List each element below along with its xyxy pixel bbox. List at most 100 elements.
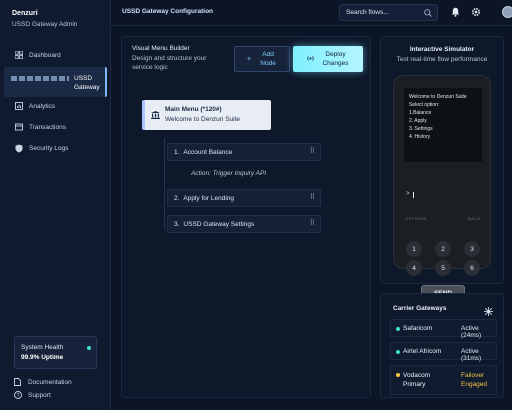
node-label: USSD Gateway Settings bbox=[183, 220, 255, 228]
node-label: Account Balance bbox=[183, 148, 233, 156]
screen-line: Welcome to Denzuri Suite bbox=[409, 94, 467, 100]
keypad-key[interactable]: 3 bbox=[464, 241, 480, 257]
gateway-row-airtel[interactable]: Airtel Africom Active (31ms) bbox=[390, 342, 497, 362]
screen-line: Select option: bbox=[409, 102, 440, 108]
sidebar-item-label: Dashboard bbox=[29, 51, 61, 59]
support-link[interactable]: ? Support bbox=[14, 391, 51, 399]
transactions-icon bbox=[14, 123, 23, 132]
gateway-status: Active (24ms) bbox=[461, 325, 482, 339]
system-health-card: System Health 99.9% Uptime bbox=[14, 336, 97, 369]
sidebar-item-label: Security Logs bbox=[29, 144, 69, 152]
sidebar-item-ussd-gateway[interactable]: USSD Gateway bbox=[4, 67, 107, 97]
gateway-name: Vodacom Primary bbox=[403, 372, 431, 388]
phone-input[interactable]: > bbox=[404, 191, 482, 201]
softkey-back[interactable]: BACK bbox=[468, 216, 481, 221]
node-action: Action: Trigger Inquiry API bbox=[191, 169, 267, 177]
gateway-row-safaricom[interactable]: Safaricom Active (24ms) bbox=[390, 319, 497, 339]
keypad-key[interactable]: 4 bbox=[406, 260, 422, 276]
phone-screen: Welcome to Denzuri Suite Select option: … bbox=[404, 88, 482, 162]
chart-icon bbox=[14, 102, 23, 111]
search-input[interactable]: Search flows... bbox=[339, 4, 438, 21]
keypad-key[interactable]: 1 bbox=[406, 241, 422, 257]
carrier-gateways-panel: Carrier Gateways Safaricom Active (24ms)… bbox=[380, 293, 504, 398]
status-dot bbox=[396, 373, 400, 377]
status-dot bbox=[396, 350, 400, 354]
status-dot bbox=[396, 327, 400, 331]
bars-icon bbox=[11, 76, 69, 81]
brand: Denzuri USSD Gateway Admin bbox=[12, 10, 77, 28]
deploy-label: Deploy Changes bbox=[322, 51, 349, 67]
tree-connector bbox=[164, 138, 165, 230]
health-value: 99.9% Uptime bbox=[21, 354, 64, 361]
screen-line: 3. Settings bbox=[409, 126, 433, 132]
gateway-name: Airtel Africom bbox=[403, 348, 442, 355]
root-node-subtitle: Welcome to Denzuri Suite bbox=[165, 116, 241, 123]
builder-subtitle: Design and structure your service logic bbox=[132, 55, 207, 71]
page-title: USSD Gateway Configuration bbox=[122, 8, 214, 15]
bell-icon[interactable] bbox=[450, 7, 460, 17]
sidebar-item-transactions[interactable]: Transactions bbox=[4, 119, 107, 135]
screen-line: 2. Apply bbox=[409, 118, 427, 124]
node-label: Apply for Lending bbox=[183, 194, 235, 202]
health-status-dot bbox=[87, 346, 91, 350]
brand-subtitle: USSD Gateway Admin bbox=[12, 21, 78, 28]
gear-icon[interactable] bbox=[471, 7, 481, 17]
node-number: 1. bbox=[174, 148, 180, 156]
sidebar-item-label: Transactions bbox=[29, 123, 66, 131]
text-cursor bbox=[413, 192, 414, 198]
simulator-subtitle: Test real-time flow performance bbox=[396, 56, 488, 63]
deploy-changes-button[interactable]: Deploy Changes bbox=[293, 46, 363, 72]
documentation-link[interactable]: Documentation bbox=[14, 378, 72, 386]
plus-icon: + bbox=[246, 55, 252, 63]
svg-text:?: ? bbox=[17, 393, 20, 399]
root-node-title: Main Menu (*120#) bbox=[165, 106, 222, 113]
avatar[interactable] bbox=[502, 6, 512, 18]
search-icon[interactable] bbox=[424, 9, 432, 19]
node-number: 3. bbox=[174, 220, 180, 228]
drag-handle-icon[interactable]: ⠿ bbox=[310, 147, 315, 155]
add-node-label: Add Node bbox=[260, 51, 276, 67]
menu-node-account-balance[interactable]: 1. Account Balance ⠿ bbox=[167, 143, 321, 161]
topbar: USSD Gateway Configuration Search flows.… bbox=[111, 0, 512, 26]
health-title: System Health bbox=[21, 344, 64, 351]
brand-name: Denzuri bbox=[12, 10, 38, 17]
menu-node-apply-for-lending[interactable]: 2. Apply for Lending ⠿ bbox=[167, 189, 321, 207]
screen-line: 4. History bbox=[409, 134, 431, 140]
sidebar-item-label: Analytics bbox=[29, 102, 56, 110]
grid-icon bbox=[14, 51, 23, 60]
help-icon: ? bbox=[14, 391, 22, 399]
node-number: 2. bbox=[174, 194, 180, 202]
simulator-panel: Interactive Simulator Test real-time flo… bbox=[380, 36, 504, 301]
bank-icon bbox=[151, 111, 160, 121]
menu-node-ussd-gateway-settings[interactable]: 3. USSD Gateway Settings ⠿ bbox=[167, 215, 321, 233]
broadcast-icon bbox=[306, 55, 314, 64]
builder-title: Visual Menu Builder bbox=[132, 45, 190, 52]
gateway-status: Active (31ms) bbox=[461, 348, 482, 362]
input-prompt: > bbox=[406, 191, 410, 197]
sidebar: Denzuri USSD Gateway Admin Dashboard USS… bbox=[0, 0, 111, 410]
screen-line: 1.Balance bbox=[409, 110, 432, 116]
support-label: Support bbox=[28, 391, 51, 399]
gateway-status: Failover Engaged bbox=[461, 372, 488, 388]
add-node-button[interactable]: + Add Node bbox=[234, 46, 290, 72]
keypad-key[interactable]: 2 bbox=[435, 241, 451, 257]
root-menu-node[interactable]: Main Menu (*120#) Welcome to Denzuri Sui… bbox=[142, 100, 271, 130]
drag-handle-icon[interactable]: ⠿ bbox=[310, 219, 315, 227]
gateways-title: Carrier Gateways bbox=[393, 305, 447, 312]
document-icon bbox=[14, 378, 22, 386]
sidebar-item-security-logs[interactable]: Security Logs bbox=[4, 140, 107, 156]
documentation-label: Documentation bbox=[28, 378, 72, 386]
drag-handle-icon[interactable]: ⠿ bbox=[310, 193, 315, 201]
softkey-options[interactable]: OPTIONS bbox=[405, 216, 427, 221]
keypad-key[interactable]: 5 bbox=[435, 260, 451, 276]
gateway-row-vodacom[interactable]: Vodacom Primary Failover Engaged bbox=[390, 365, 497, 395]
search-placeholder: Search flows... bbox=[346, 9, 389, 16]
gateway-name: Safaricom bbox=[403, 325, 433, 332]
simulator-title: Interactive Simulator bbox=[409, 46, 475, 53]
keypad-key[interactable]: 6 bbox=[464, 260, 480, 276]
sidebar-item-analytics[interactable]: Analytics bbox=[4, 98, 107, 114]
sidebar-item-dashboard[interactable]: Dashboard bbox=[4, 47, 107, 63]
sidebar-item-label: USSD Gateway bbox=[74, 75, 100, 91]
phone-mockup: Welcome to Denzuri Suite Select option: … bbox=[393, 75, 491, 301]
menu-builder-panel: Visual Menu Builder Design and structure… bbox=[121, 36, 371, 398]
